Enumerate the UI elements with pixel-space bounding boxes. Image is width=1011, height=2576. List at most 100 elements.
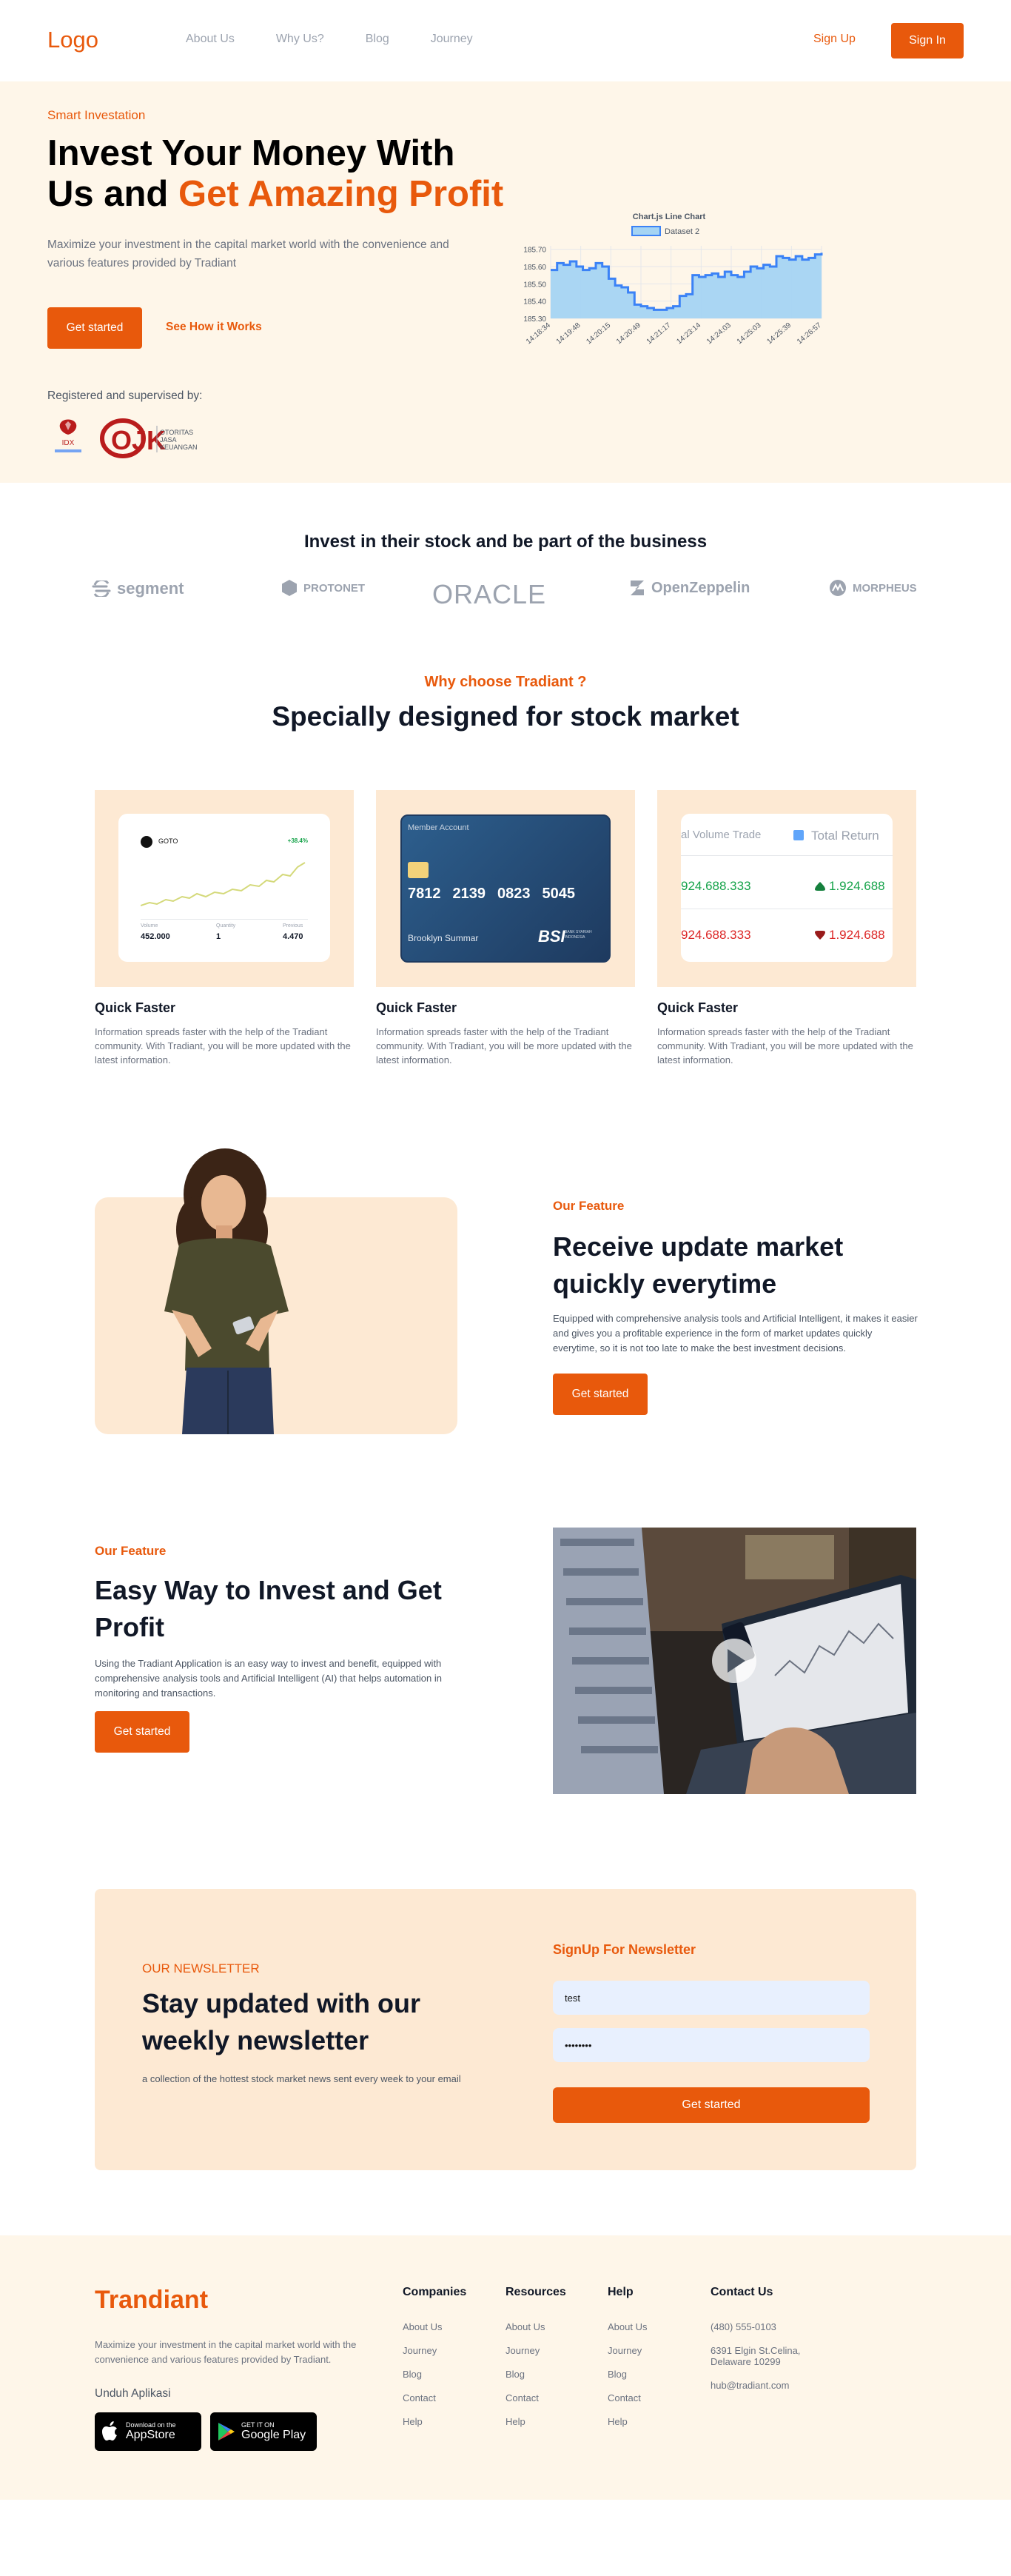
footer-link-journey[interactable]: Journey <box>506 2345 566 2356</box>
newsletter-name-input[interactable] <box>553 1981 870 2015</box>
chart-series-area <box>551 252 822 318</box>
footer-col-resources: Resources About Us Journey Blog Contact … <box>506 2286 566 2440</box>
bank-logo: BSI <box>538 927 565 946</box>
card-image-trade: al Volume Trade Total Return 924.688.333… <box>657 790 916 987</box>
footer-logo[interactable]: Trandiant <box>95 2286 208 2315</box>
video-player[interactable] <box>553 1528 916 1794</box>
nav-link-why[interactable]: Why Us? <box>276 33 324 46</box>
sign-up-link[interactable]: Sign Up <box>813 33 856 46</box>
footer-link-blog[interactable]: Blog <box>506 2369 566 2380</box>
brand-morpheus-label: MORPHEUS <box>853 581 917 595</box>
stock-label-previous: Previous <box>283 923 303 929</box>
feature-card-1: GOTO +38.4% Volume Quantity Previous 452… <box>95 790 354 1067</box>
chart-x-tick: 14:20:49 <box>615 321 642 347</box>
appstore-big-text: AppStore <box>126 2429 175 2441</box>
newsletter-password-input[interactable] <box>553 2028 870 2062</box>
feature2-get-started-button[interactable]: Get started <box>95 1711 189 1753</box>
footer-link-journey[interactable]: Journey <box>608 2345 647 2356</box>
footer-link-help[interactable]: Help <box>608 2416 647 2427</box>
bank-card: Member Account 7812 2139 0823 5045 Brook… <box>400 814 611 963</box>
trade-row2-volume: 924.688.333 <box>681 928 751 942</box>
card-number-group-3: 0823 <box>497 886 531 902</box>
footer-col-title: Companies <box>403 2286 467 2298</box>
stock-value-quantity: 1 <box>216 932 221 941</box>
footer-link-about[interactable]: About Us <box>403 2321 466 2332</box>
sign-in-button[interactable]: Sign In <box>891 23 964 58</box>
chart-y-tick: 185.70 <box>523 247 546 255</box>
google-play-icon <box>218 2423 235 2440</box>
stock-label-quantity: Quantity <box>216 923 236 929</box>
hero-kicker: Smart Investation <box>47 108 146 122</box>
price-line-chart: Chart.js Line Chart Dataset 2 185.30 185.… <box>523 213 823 347</box>
hero-title-line1: Invest Your Money With <box>47 133 455 173</box>
get-started-button[interactable]: Get started <box>47 307 142 349</box>
footer-link-contact[interactable]: Contact <box>506 2392 566 2403</box>
top-nav: Logo About Us Why Us? Blog Journey Sign … <box>0 0 1011 81</box>
trade-row1-return: 1.924.688 <box>829 879 885 893</box>
card-title: Quick Faster <box>376 1000 457 1015</box>
nav-links: About Us Why Us? Blog Journey <box>186 33 473 46</box>
chart-legend-swatch <box>631 226 661 236</box>
footer-contact-email[interactable]: hub@tradiant.com <box>711 2380 822 2391</box>
nav-link-journey[interactable]: Journey <box>431 33 473 46</box>
footer-link-help[interactable]: Help <box>506 2416 566 2427</box>
hero-title-line2: Us and <box>47 174 169 214</box>
chart-legend-label: Dataset 2 <box>665 227 699 236</box>
nav-link-about[interactable]: About Us <box>186 33 235 46</box>
chart-x-tick: 14:25:39 <box>765 321 793 347</box>
ojk-subtext-2: JASA <box>160 436 177 444</box>
stock-value-previous: 4.470 <box>283 932 303 941</box>
newsletter-title: Stay updated with our weekly newsletter <box>142 1988 421 2055</box>
newsletter-form-title: SignUp For Newsletter <box>553 1942 696 1957</box>
stock-widget: GOTO +38.4% Volume Quantity Previous 452… <box>118 814 330 962</box>
footer-link-journey[interactable]: Journey <box>403 2345 466 2356</box>
footer-link-contact[interactable]: Contact <box>403 2392 466 2403</box>
feature1-get-started-button[interactable]: Get started <box>553 1374 648 1415</box>
chart-x-tick: 14:18:34 <box>525 321 552 347</box>
footer-col-contact: Contact Us (480) 555-0103 6391 Elgin St.… <box>711 2286 822 2403</box>
footer-link-about[interactable]: About Us <box>608 2321 647 2332</box>
logo[interactable]: Logo <box>47 27 98 53</box>
card-title: Quick Faster <box>95 1000 176 1015</box>
hero-description: Maximize your investment in the capital … <box>47 238 449 270</box>
feature1-kicker: Our Feature <box>553 1199 625 1213</box>
stock-change: +38.4% <box>287 837 308 844</box>
feature2-desc: Using the Tradiant Application is an eas… <box>95 1658 442 1699</box>
chart-y-tick: 185.60 <box>523 264 546 272</box>
appstore-button[interactable]: Download on the AppStore <box>95 2412 201 2451</box>
newsletter-submit-button[interactable]: Get started <box>553 2087 870 2123</box>
apple-icon <box>102 2421 117 2440</box>
hexagon-icon <box>282 580 297 596</box>
newsletter-section: OUR NEWSLETTER Stay updated with our wee… <box>0 1873 1011 2235</box>
brand-morpheus: MORPHEUS <box>829 579 917 597</box>
footer-link-about[interactable]: About Us <box>506 2321 566 2332</box>
trade-row1-volume: 924.688.333 <box>681 879 751 893</box>
idx-logo: IDX <box>55 419 81 452</box>
footer-col-title: Help <box>608 2286 634 2298</box>
brand-segment-label: segment <box>117 579 184 598</box>
openzeppelin-icon <box>631 581 644 595</box>
feature-cards: GOTO +38.4% Volume Quantity Previous 452… <box>0 732 1011 1110</box>
newsletter-card: OUR NEWSLETTER Stay updated with our wee… <box>95 1889 916 2170</box>
card-number-group-2: 2139 <box>452 886 486 902</box>
footer-col-title: Contact Us <box>711 2286 773 2298</box>
card-desc: Information spreads faster with the help… <box>95 1026 351 1065</box>
total-return-swatch <box>793 830 804 840</box>
see-how-it-works-link[interactable]: See How it Works <box>166 321 262 334</box>
footer-desc: Maximize your investment in the capital … <box>95 2339 357 2365</box>
footer-link-help[interactable]: Help <box>403 2416 466 2427</box>
footer-link-blog[interactable]: Blog <box>403 2369 466 2380</box>
footer-contact-phone[interactable]: (480) 555-0103 <box>711 2321 822 2332</box>
feature1-desc: Equipped with comprehensive analysis too… <box>553 1313 918 1354</box>
stock-value-volume: 452.000 <box>141 932 170 941</box>
footer-contact-address: 6391 Elgin St.Celina, Delaware 10299 <box>711 2345 801 2367</box>
bank-logo-subtext: BANK SYARIAH INDONESIA <box>565 930 592 940</box>
nav-link-blog[interactable]: Blog <box>366 33 389 46</box>
feature1-title: Receive update market quickly everytime <box>553 1231 844 1299</box>
google-play-button[interactable]: GET IT ON Google Play <box>210 2412 317 2451</box>
footer-link-contact[interactable]: Contact <box>608 2392 647 2403</box>
ojk-text: OJK <box>111 425 166 455</box>
partner-brands: segment PROTONET ORACLE OpenZeppelin MOR… <box>0 552 1011 663</box>
footer-link-blog[interactable]: Blog <box>608 2369 647 2380</box>
idx-text: IDX <box>62 439 75 447</box>
